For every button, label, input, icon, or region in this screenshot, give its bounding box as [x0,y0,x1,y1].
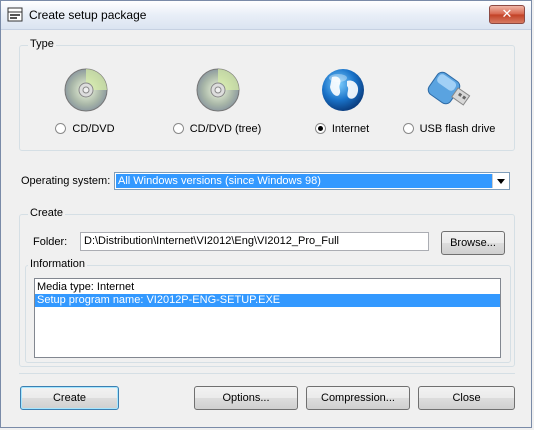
information-list[interactable]: Media type: Internet Setup program name:… [34,278,501,358]
close-window-button[interactable]: ✕ [489,5,525,24]
os-label: Operating system: [21,175,111,187]
type-label-cd-dvd-tree: CD/DVD (tree) [189,123,262,135]
create-button[interactable]: Create [20,386,119,410]
title-bar[interactable]: Create setup package ✕ [1,1,531,30]
options-button[interactable]: Options... [194,386,298,410]
compression-button[interactable]: Compression... [306,386,410,410]
globe-icon [322,69,364,111]
usb-drive-icon [427,71,471,106]
chevron-down-icon[interactable] [492,174,508,188]
os-select[interactable]: All Windows versions (since Windows 98) [114,172,510,190]
radio-cd-dvd[interactable] [55,123,67,134]
folder-label: Folder: [33,236,68,248]
type-label-internet: Internet [331,123,370,135]
create-group-label: Create [28,207,66,219]
package-icon [7,7,23,22]
type-option-cd-dvd-tree[interactable]: CD/DVD (tree) [157,67,277,147]
cd-icon [64,68,108,112]
divider [19,373,515,374]
information-group-label: Information [28,258,88,270]
list-item[interactable]: Media type: Internet [35,281,500,294]
type-label-cd-dvd: CD/DVD [72,123,115,135]
type-label-usb: USB flash drive [419,123,496,135]
close-button[interactable]: Close [418,386,515,410]
os-select-value: All Windows versions (since Windows 98) [116,174,492,188]
type-option-internet[interactable]: Internet [282,67,402,147]
folder-input[interactable]: D:\Distribution\Internet\VI2012\Eng\VI20… [80,232,429,251]
type-option-cd-dvd[interactable]: CD/DVD [25,67,145,147]
type-option-usb[interactable]: USB flash drive [389,67,509,147]
window-title: Create setup package [29,8,147,22]
type-group-label: Type [28,38,56,50]
list-item[interactable]: Setup program name: VI2012P-ENG-SETUP.EX… [35,294,500,307]
radio-internet[interactable] [314,123,326,134]
radio-cd-dvd-tree[interactable] [172,123,184,134]
browse-button[interactable]: Browse... [441,231,505,255]
cd-icon [196,68,240,112]
radio-usb-flash-drive[interactable] [402,123,414,134]
dialog-window: Create setup package ✕ Type CD/DVD CD/DV… [0,0,532,428]
